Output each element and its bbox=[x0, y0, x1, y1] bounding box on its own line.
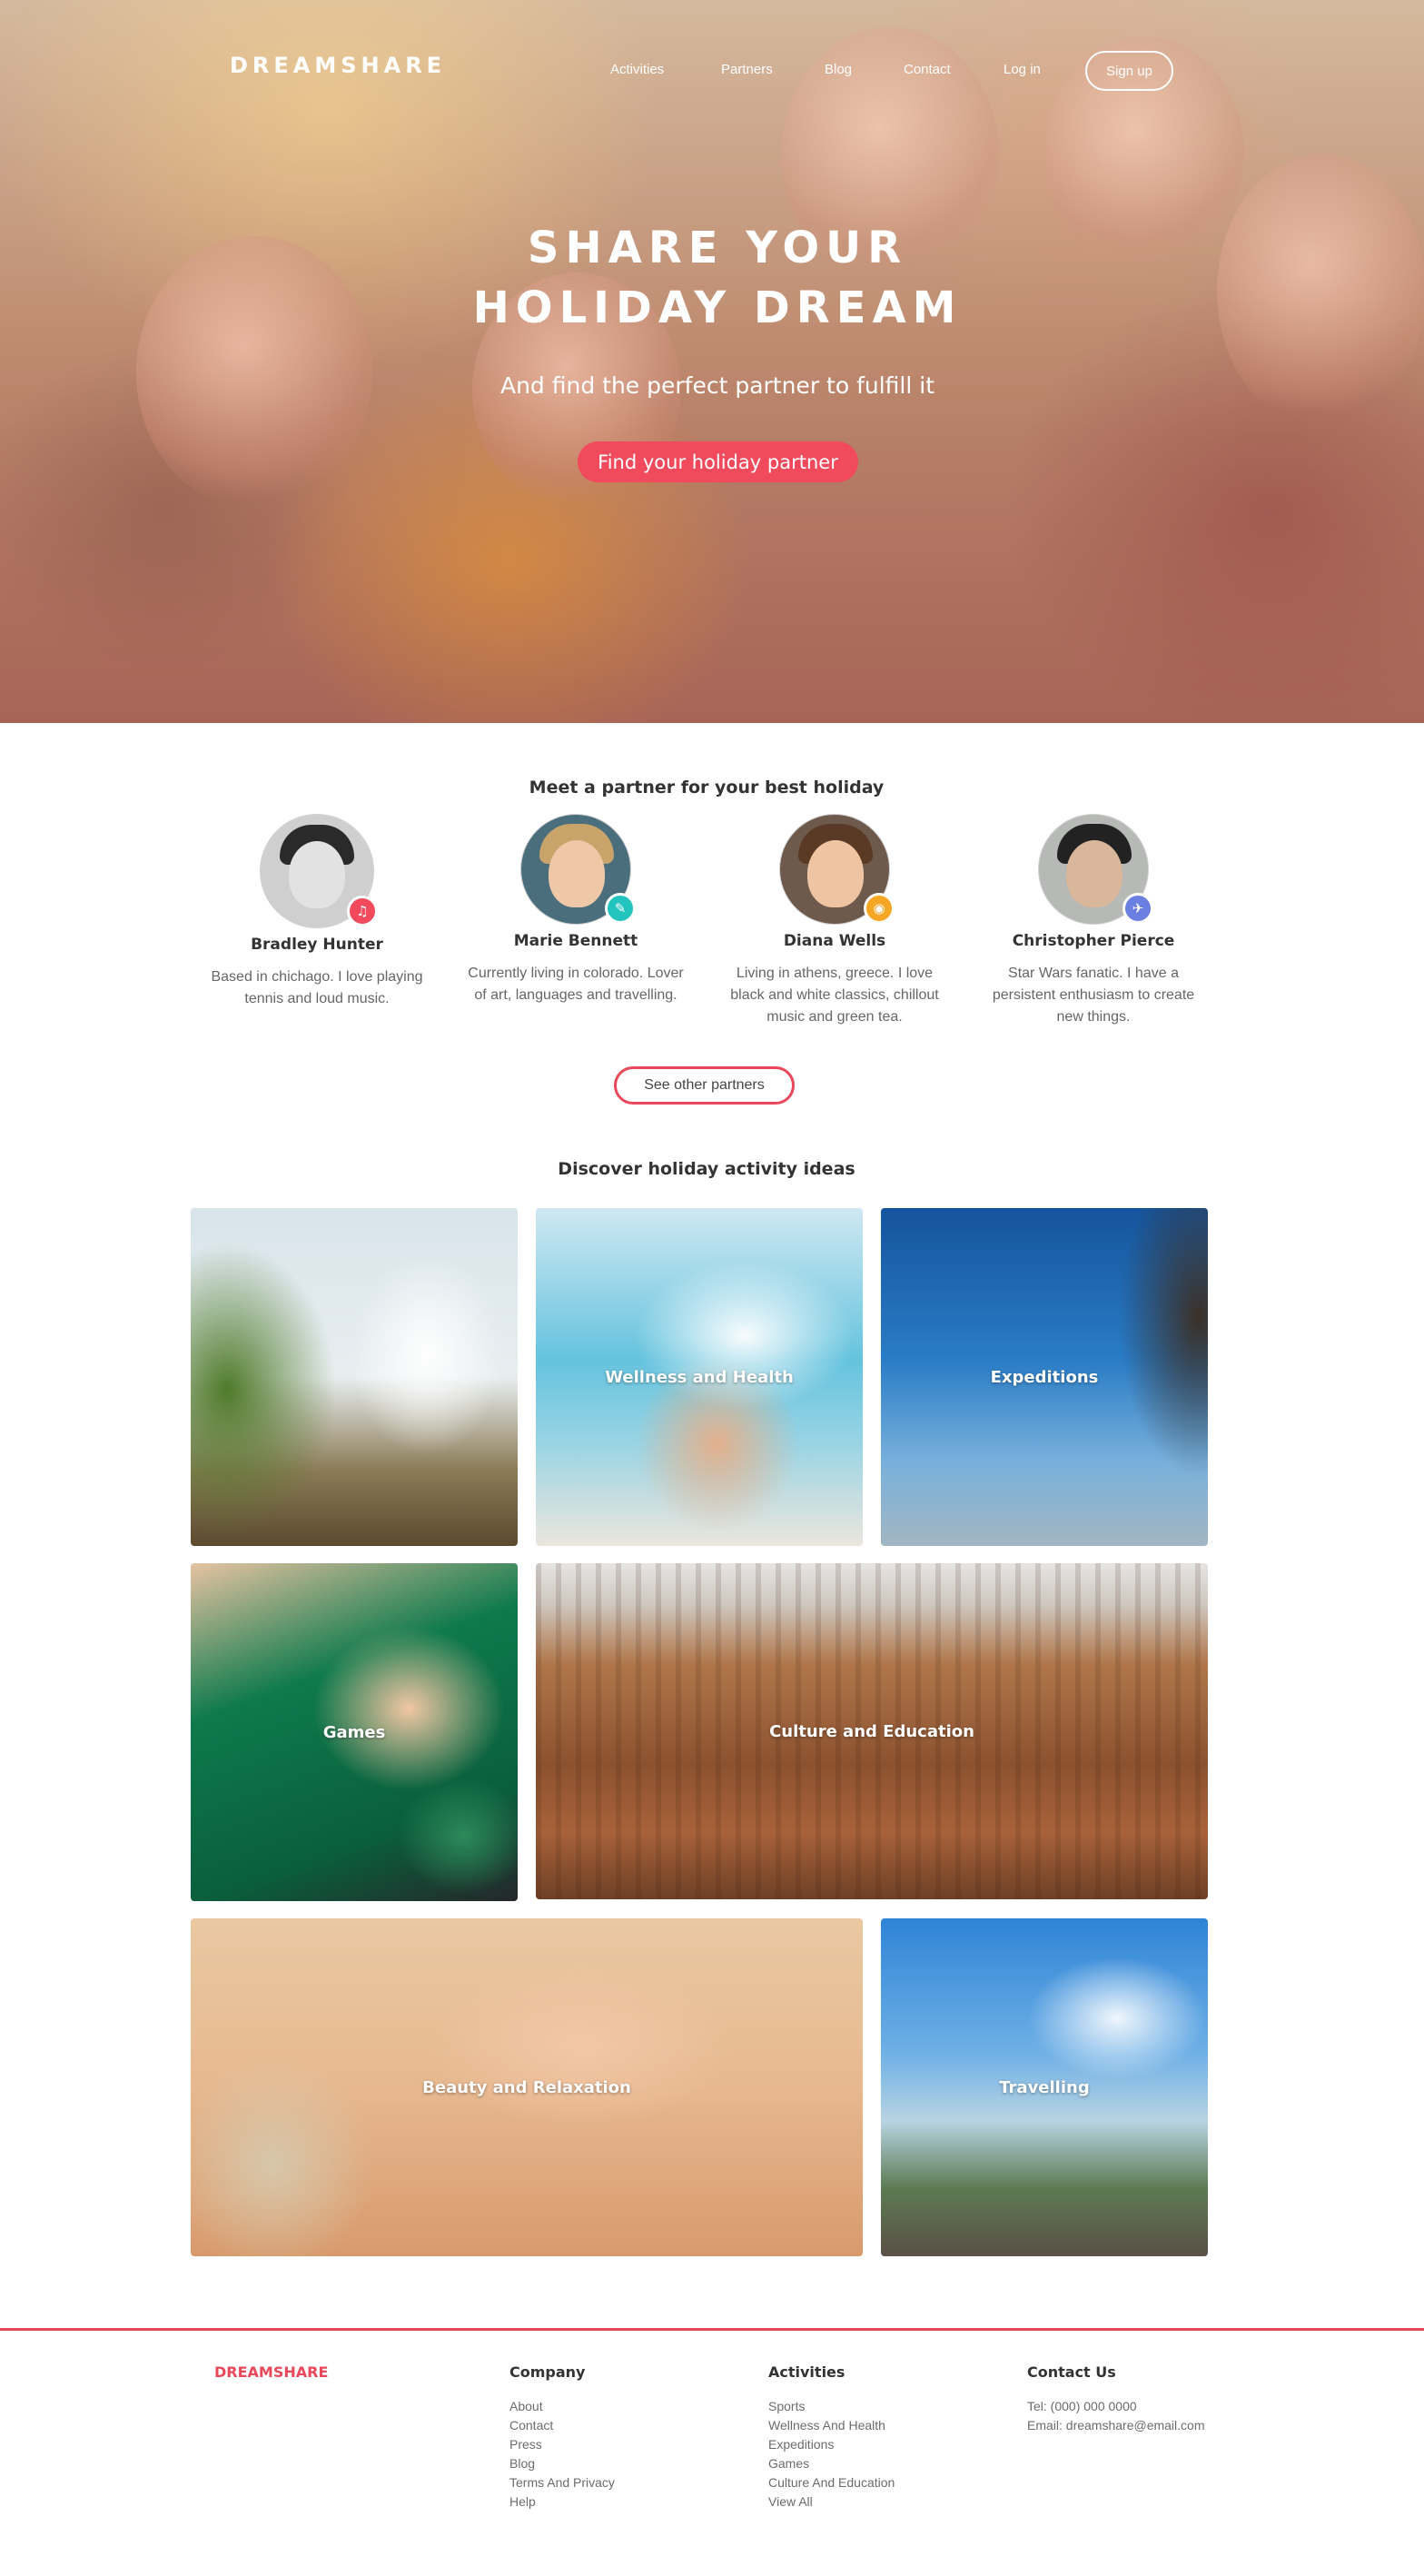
avatar: ◉ bbox=[779, 814, 895, 925]
activity-tile-culture[interactable]: Culture and Education bbox=[536, 1563, 1208, 1899]
footer-contact-heading: Contact Us bbox=[1027, 2363, 1116, 2381]
activity-tile-label: Travelling bbox=[999, 2077, 1090, 2097]
hero-overlay bbox=[0, 0, 1424, 723]
footer-link-about[interactable]: About bbox=[509, 2397, 615, 2416]
activity-tile-beauty[interactable]: Beauty and Relaxation bbox=[191, 1918, 863, 2256]
footer-email[interactable]: Email: dreamshare@email.com bbox=[1027, 2416, 1205, 2435]
footer-contact-column: Contact Us Tel: (000) 000 0000 Email: dr… bbox=[1027, 2363, 1205, 2435]
activity-tile-label: Expeditions bbox=[990, 1367, 1099, 1387]
partner-card[interactable]: ◉ Diana Wells Living in athens, greece. … bbox=[717, 814, 953, 1028]
footer-activities-column: Activities Sports Wellness And Health Ex… bbox=[768, 2363, 895, 2512]
activity-tile-expeditions[interactable]: Expeditions bbox=[881, 1208, 1208, 1546]
avatar-face bbox=[807, 840, 864, 907]
footer-link-blog[interactable]: Blog bbox=[509, 2454, 615, 2473]
find-partner-button[interactable]: Find your holiday partner bbox=[578, 441, 858, 482]
footer-company-heading: Company bbox=[509, 2363, 586, 2381]
partner-name: Marie Bennett bbox=[513, 932, 638, 950]
activity-tile-label: Beauty and Relaxation bbox=[422, 2077, 631, 2097]
nav-link-blog[interactable]: Blog bbox=[825, 62, 852, 77]
activity-tile-travelling[interactable]: Travelling bbox=[881, 1918, 1208, 2256]
footer-activities-heading: Activities bbox=[768, 2363, 846, 2381]
avatar-face bbox=[549, 840, 605, 907]
avatar: ✎ bbox=[520, 814, 636, 925]
pencil-icon: ✎ bbox=[605, 893, 636, 924]
activity-tile-games[interactable]: Games bbox=[191, 1563, 518, 1901]
footer-link-help[interactable]: Help bbox=[509, 2492, 615, 2512]
partner-name: Christopher Pierce bbox=[1012, 932, 1175, 950]
footer-company-column: Company About Contact Press Blog Terms A… bbox=[509, 2363, 615, 2512]
partner-bio: Currently living in colorado. Lover of a… bbox=[468, 966, 684, 1003]
partner-bio: Star Wars fanatic. I have a persistent e… bbox=[992, 966, 1195, 1025]
avatar: ✈ bbox=[1038, 814, 1153, 925]
avatar-face bbox=[289, 841, 345, 908]
hero-title-line-2: HOLIDAY DREAM bbox=[472, 282, 963, 333]
footer-link-terms[interactable]: Terms And Privacy bbox=[509, 2473, 615, 2492]
nav-link-partners[interactable]: Partners bbox=[721, 62, 773, 77]
partner-card[interactable]: ✎ Marie Bennett Currently living in colo… bbox=[458, 814, 694, 1006]
partner-name: Bradley Hunter bbox=[251, 936, 383, 954]
footer-link-culture[interactable]: Culture And Education bbox=[768, 2473, 895, 2492]
signup-button[interactable]: Sign up bbox=[1085, 51, 1173, 91]
nav-link-login[interactable]: Log in bbox=[1004, 62, 1041, 77]
activity-tile-label: Wellness and Health bbox=[605, 1367, 794, 1387]
nav-link-activities[interactable]: Activities bbox=[610, 62, 664, 77]
avatar-face bbox=[1066, 840, 1122, 907]
partners-heading: Meet a partner for your best holiday bbox=[529, 778, 885, 798]
hero-section: DREAMSHARE Activities Partners Blog Cont… bbox=[0, 0, 1424, 723]
partner-card[interactable]: ♫ Bradley Hunter Based in chichago. I lo… bbox=[199, 814, 435, 1010]
footer-logo[interactable]: DREAMSHARE bbox=[214, 2363, 328, 2381]
music-note-icon: ♫ bbox=[347, 896, 378, 926]
main-nav: Activities Partners Blog Contact Log in bbox=[0, 62, 1424, 84]
footer-phone: Tel: (000) 000 0000 bbox=[1027, 2399, 1137, 2413]
footer-link-contact[interactable]: Contact bbox=[509, 2416, 615, 2435]
footer-link-press[interactable]: Press bbox=[509, 2435, 615, 2454]
activity-tile-label: Culture and Education bbox=[769, 1721, 974, 1741]
camera-icon: ◉ bbox=[864, 893, 895, 924]
nav-link-contact[interactable]: Contact bbox=[904, 62, 951, 77]
footer-link-games[interactable]: Games bbox=[768, 2454, 895, 2473]
airplane-icon: ✈ bbox=[1122, 893, 1153, 924]
see-other-partners-button[interactable]: See other partners bbox=[614, 1066, 795, 1105]
avatar: ♫ bbox=[260, 814, 378, 928]
footer-divider bbox=[0, 2328, 1424, 2331]
footer-link-wellness[interactable]: Wellness And Health bbox=[768, 2416, 895, 2435]
activities-heading: Discover holiday activity ideas bbox=[558, 1159, 855, 1179]
activity-tile-sports[interactable] bbox=[191, 1208, 518, 1546]
hero-title-line-1: SHARE YOUR bbox=[527, 223, 908, 273]
partner-card[interactable]: ✈ Christopher Pierce Star Wars fanatic. … bbox=[975, 814, 1211, 1028]
hero-subtitle: And find the perfect partner to fulfill … bbox=[499, 372, 935, 399]
page: DREAMSHARE Activities Partners Blog Cont… bbox=[0, 0, 1424, 2576]
partner-bio: Living in athens, greece. I love black a… bbox=[730, 966, 939, 1025]
activity-tile-wellness[interactable]: Wellness and Health bbox=[536, 1208, 863, 1546]
footer-link-sports[interactable]: Sports bbox=[768, 2397, 895, 2416]
partner-name: Diana Wells bbox=[783, 932, 886, 950]
partner-bio: Based in chichago. I love playing tennis… bbox=[211, 969, 423, 1006]
footer-link-expeditions[interactable]: Expeditions bbox=[768, 2435, 895, 2454]
activity-tile-label: Games bbox=[322, 1722, 386, 1742]
hero-title: SHARE YOUR HOLIDAY DREAM bbox=[0, 218, 1424, 338]
footer-link-view-all[interactable]: View All bbox=[768, 2492, 895, 2512]
